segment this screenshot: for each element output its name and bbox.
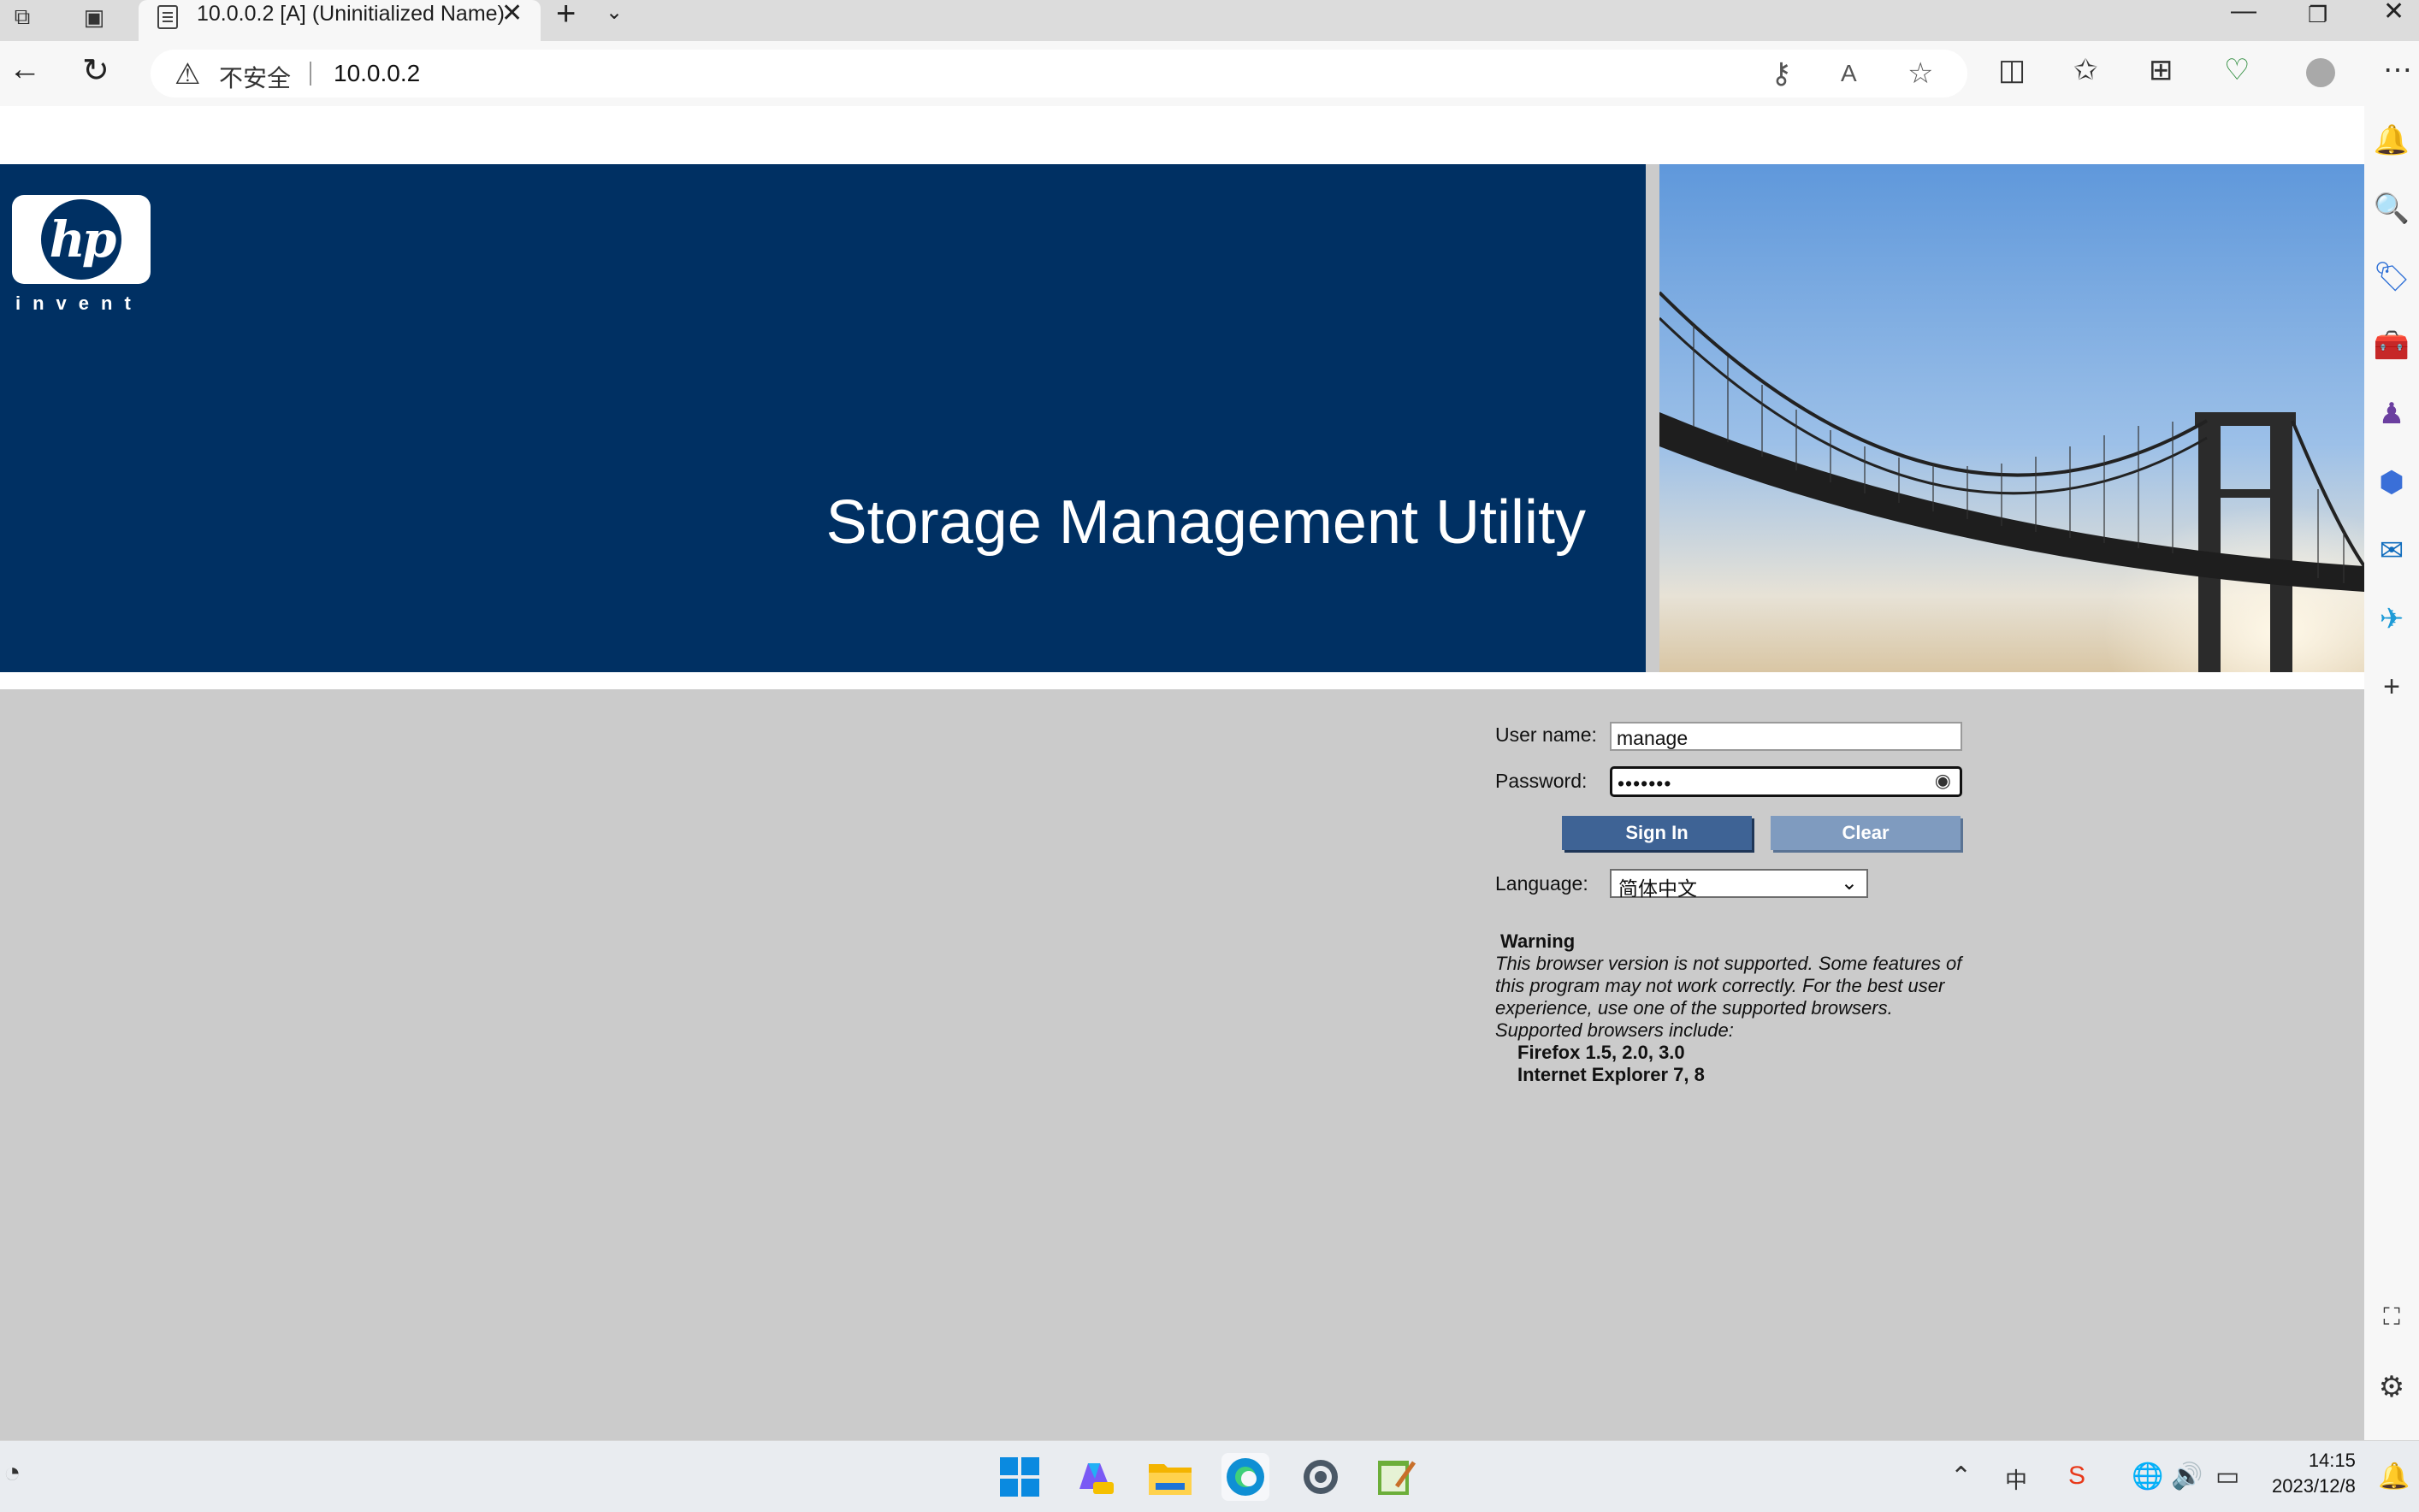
battery-icon[interactable]: ▭ — [2215, 1462, 2239, 1491]
chevron-down-icon: ⌄ — [1840, 871, 1858, 895]
supported-browser-item: Firefox 1.5, 2.0, 3.0 — [1517, 1042, 1685, 1063]
outlook-icon[interactable]: ✉ — [2364, 534, 2419, 568]
favorite-star-icon[interactable]: ☆ — [1907, 56, 1933, 91]
vertical-tabs-icon[interactable]: ▣ — [77, 0, 111, 34]
chevron-down-icon[interactable]: ⌄ — [606, 0, 623, 25]
warning-title: Warning — [1500, 930, 1576, 952]
browser-toolbar: ← ↻ ⚠ 不安全 10.0.0.2 ⚷ A ☆ ◫ ✩ ⊞ ♡ ⋯ — [0, 41, 2419, 106]
hp-logo-mark: hp — [41, 199, 121, 280]
network-globe-icon[interactable]: 🌐 — [2132, 1462, 2163, 1491]
clock-time: 14:15 — [2308, 1450, 2356, 1471]
page-content: hp invent Storage Management Utility Use… — [0, 106, 2364, 1440]
header-banner: hp invent Storage Management Utility — [0, 164, 1646, 672]
username-input[interactable]: manage — [1610, 722, 1962, 751]
clear-button[interactable]: Clear — [1771, 816, 1961, 850]
add-sidebar-app-icon[interactable]: + — [2364, 670, 2419, 704]
window-close-icon[interactable]: ✕ — [2383, 0, 2404, 27]
file-explorer-icon[interactable] — [1146, 1453, 1194, 1501]
sign-in-button[interactable]: Sign In — [1562, 816, 1752, 850]
screenshot-icon[interactable]: ⛶ — [2364, 1303, 2419, 1332]
notification-bell-icon[interactable]: 🔔 — [2378, 1462, 2410, 1491]
browser-essentials-icon[interactable]: ♡ — [2224, 53, 2250, 87]
sidebar-settings-gear-icon[interactable]: ⚙ — [2364, 1370, 2419, 1404]
language-label: Language: — [1495, 872, 1588, 895]
browser-warning: Warning This browser version is not supp… — [1495, 930, 1974, 1086]
profile-avatar[interactable] — [2306, 58, 2335, 87]
logo-tagline: invent — [15, 292, 143, 314]
password-input[interactable]: ••••••• ◉ — [1610, 766, 1962, 797]
notifications-bell-icon[interactable]: 🔔 — [2364, 123, 2419, 157]
sogou-input-icon[interactable]: S — [2068, 1462, 2085, 1491]
browser-sidebar: 🔔 🔍 🏷 🧰 ♟ ⬢ ✉ ✈ + ⛶ ⚙ — [2364, 106, 2419, 1440]
ime-indicator[interactable]: 中 — [2005, 1463, 2027, 1495]
split-screen-icon[interactable]: ◫ — [1998, 53, 2026, 87]
warning-icon[interactable]: ⚠ — [174, 60, 200, 89]
system-clock[interactable]: 14:15 2023/12/8 — [2272, 1448, 2356, 1499]
tab-title: 10.0.0.2 [A] (Uninitialized Name) — [197, 2, 505, 26]
more-menu-icon[interactable]: ⋯ — [2383, 53, 2412, 87]
favorites-icon[interactable]: ✩ — [2073, 53, 2098, 87]
restore-icon[interactable]: ❐ — [2308, 2, 2327, 28]
back-arrow-icon[interactable]: ← — [9, 51, 41, 88]
read-aloud-icon[interactable]: A — [1841, 60, 1857, 87]
username-label: User name: — [1495, 724, 1597, 746]
language-select[interactable]: 简体中文 ⌄ — [1610, 869, 1868, 900]
app-title: Storage Management Utility — [825, 488, 1586, 557]
close-tab-icon[interactable]: ✕ — [501, 0, 523, 28]
tab-strip: ⧉ ▣ 10.0.0.2 [A] (Uninitialized Name) ✕ … — [0, 0, 2419, 41]
search-icon[interactable]: 🔍 — [2364, 192, 2419, 226]
notepad-app-icon[interactable] — [1372, 1453, 1420, 1501]
minimize-icon[interactable]: — — [2231, 0, 2256, 26]
browser-tab[interactable]: 10.0.0.2 [A] (Uninitialized Name) ✕ — [139, 0, 541, 41]
password-key-icon[interactable]: ⚷ — [1771, 56, 1792, 91]
widgets-icon[interactable]: ◔ — [3, 1456, 21, 1490]
games-icon[interactable]: ♟ — [2364, 397, 2419, 431]
clock-date: 2023/12/8 — [2272, 1475, 2356, 1497]
edge-browser-icon[interactable] — [1221, 1453, 1269, 1501]
shopping-tag-icon[interactable]: 🏷 — [2364, 260, 2419, 294]
security-label[interactable]: 不安全 — [219, 60, 291, 94]
language-selected-value: 简体中文 — [1618, 877, 1697, 900]
bridge-photo — [1659, 164, 2364, 672]
url-text[interactable]: 10.0.0.2 — [334, 60, 420, 87]
password-value: ••••••• — [1618, 772, 1672, 794]
copilot-icon[interactable]: ⬢ — [2364, 465, 2419, 499]
collections-icon[interactable]: ⊞ — [2149, 53, 2174, 87]
tab-actions-icon[interactable]: ⧉ — [5, 0, 39, 34]
send-icon[interactable]: ✈ — [2364, 602, 2419, 636]
refresh-icon[interactable]: ↻ — [82, 51, 109, 90]
show-password-eye-icon[interactable]: ◉ — [1935, 770, 1951, 792]
password-label: Password: — [1495, 770, 1588, 792]
volume-icon[interactable]: 🔊 — [2171, 1462, 2203, 1491]
page-top-strip — [0, 106, 2364, 164]
copilot-pre-icon[interactable] — [1071, 1453, 1119, 1501]
hp-logo: hp — [12, 195, 151, 284]
tools-icon[interactable]: 🧰 — [2364, 328, 2419, 363]
warning-message: This browser version is not supported. S… — [1495, 953, 1962, 1041]
banner-divider — [0, 672, 2364, 689]
settings-gear-icon[interactable] — [1297, 1453, 1345, 1501]
windows-taskbar: ◔ ⌃ 中 S 🌐 🔊 ▭ 14:15 2023/12/8 🔔 — [0, 1440, 2419, 1512]
chevron-up-icon[interactable]: ⌃ — [1950, 1462, 1972, 1491]
address-divider — [310, 62, 311, 86]
supported-browser-item: Internet Explorer 7, 8 — [1517, 1064, 1705, 1085]
start-windows-icon[interactable] — [996, 1453, 1044, 1501]
page-favicon-icon — [157, 5, 178, 29]
address-bar[interactable]: ⚠ 不安全 10.0.0.2 ⚷ A ☆ — [151, 50, 1967, 97]
new-tab-icon[interactable]: + — [556, 0, 576, 33]
